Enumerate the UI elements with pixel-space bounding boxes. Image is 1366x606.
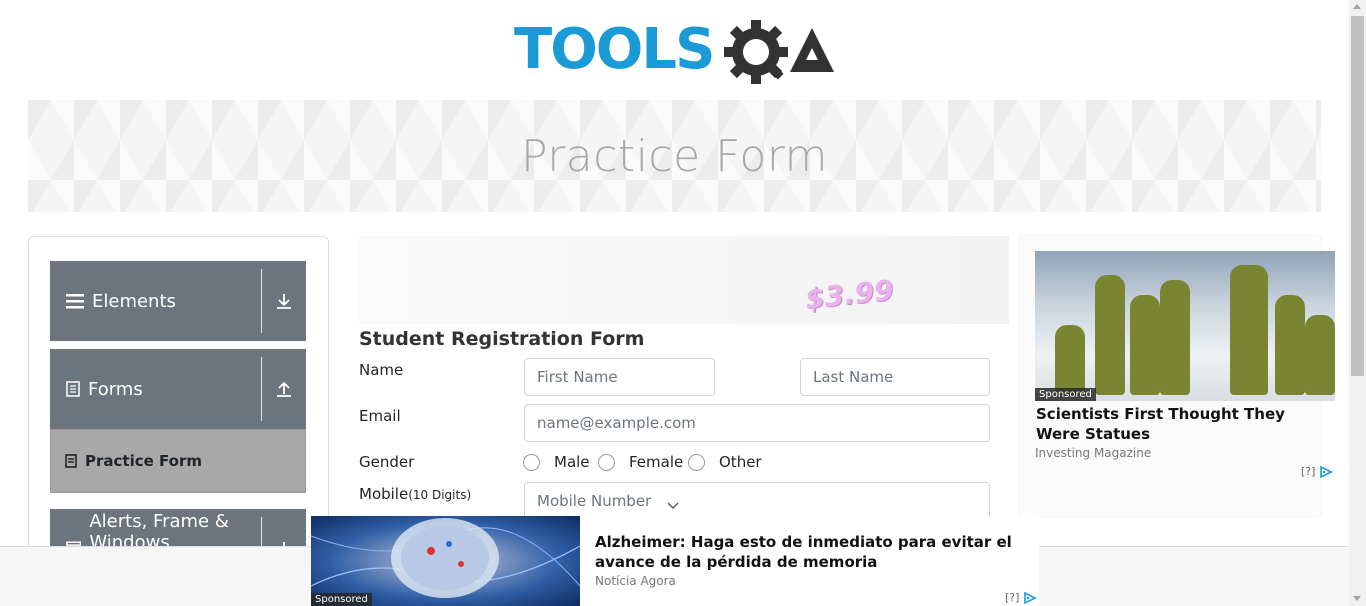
ad-price: $3.99: [803, 273, 896, 316]
email-label: Email: [359, 407, 401, 425]
logo-text-tools: TOOLS: [514, 17, 713, 82]
divider: [261, 357, 262, 421]
document-icon: [66, 381, 80, 397]
adchoices-icon: [1024, 591, 1038, 604]
scrollbar-thumb[interactable]: [1351, 16, 1364, 376]
ad-headline[interactable]: Alzheimer: Haga esto de inmediato para e…: [595, 532, 1035, 572]
top-ad-banner[interactable]: $3.99: [359, 236, 1009, 324]
gear-icon: [724, 20, 788, 84]
hamburger-icon: [66, 294, 84, 309]
sidebar-item-label: Practice Form: [85, 452, 202, 470]
sponsored-badge: Sponsored: [311, 593, 372, 606]
logo-letter-a: [790, 28, 834, 72]
upload-arrow-icon[interactable]: [274, 379, 294, 399]
ad-headline[interactable]: Scientists First Thought They Were Statu…: [1036, 404, 1316, 444]
mobile-input[interactable]: [524, 482, 990, 520]
mobile-label: Mobile(10 Digits): [359, 485, 471, 503]
radio-circle[interactable]: [523, 453, 540, 471]
last-name-input[interactable]: [800, 358, 990, 396]
mobile-hint: (10 Digits): [408, 488, 472, 502]
download-arrow-icon[interactable]: [274, 291, 294, 311]
ad-image-statues[interactable]: Sponsored: [1035, 251, 1335, 401]
first-name-input[interactable]: [524, 358, 715, 396]
adchoices[interactable]: [?]: [1301, 465, 1334, 478]
bottom-ad[interactable]: Sponsored Alzheimer: Haga esto de inmedi…: [311, 516, 1039, 606]
sponsored-badge: Sponsored: [1035, 388, 1096, 401]
gender-radio-female[interactable]: Female: [598, 453, 683, 471]
sidebar-group-elements[interactable]: Elements: [50, 261, 306, 341]
scroll-up-arrow-icon[interactable]: [1353, 4, 1361, 9]
ad-source[interactable]: Investing Magazine: [1035, 446, 1151, 460]
divider: [261, 269, 262, 333]
sidebar-group-label: Elements: [92, 290, 176, 312]
radio-label: Other: [719, 453, 762, 471]
radio-circle[interactable]: [598, 453, 615, 471]
sidebar-group-forms[interactable]: Forms: [50, 349, 306, 429]
adchoices[interactable]: [?]: [1005, 591, 1038, 604]
radio-label: Male: [554, 453, 590, 471]
adchoice-label: [?]: [1005, 591, 1020, 604]
right-ad[interactable]: Sponsored Scientists First Thought They …: [1020, 236, 1335, 516]
radio-label: Female: [629, 453, 684, 471]
ad-source[interactable]: Notícia Agora: [595, 574, 676, 588]
sidebar-group-label: Forms: [88, 378, 143, 400]
form-title: Student Registration Form: [359, 328, 645, 350]
page-banner: Practice Form: [28, 100, 1321, 212]
mobile-label-text: Mobile: [359, 485, 409, 503]
gender-label: Gender: [359, 453, 415, 471]
form-icon: [65, 454, 77, 468]
adchoice-label: [?]: [1301, 465, 1316, 478]
email-input[interactable]: [524, 404, 990, 442]
name-label: Name: [359, 361, 404, 379]
adchoices-icon: [1320, 465, 1334, 478]
ad-image-brain[interactable]: Sponsored: [311, 516, 580, 606]
page-title: Practice Form: [520, 130, 829, 182]
chevron-down-icon: [667, 502, 679, 509]
radio-circle[interactable]: [688, 453, 705, 471]
page-scrollbar[interactable]: [1349, 0, 1366, 606]
sidebar-item-practice-form[interactable]: Practice Form: [50, 429, 306, 493]
toolsqa-logo[interactable]: TOOLS: [514, 14, 838, 92]
scroll-down-arrow-icon[interactable]: [1353, 596, 1361, 601]
gender-radio-other[interactable]: Other: [688, 453, 762, 471]
gender-radio-male[interactable]: Male: [523, 453, 590, 471]
